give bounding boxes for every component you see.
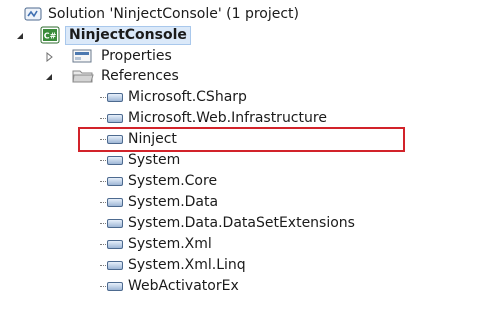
- reference-icon: [100, 91, 124, 103]
- project-label: NinjectConsole: [65, 25, 191, 45]
- references-node[interactable]: References: [72, 66, 179, 86]
- expand-arrow-icon[interactable]: [44, 52, 54, 62]
- properties-icon: [72, 49, 92, 63]
- reference-icon: [100, 175, 124, 187]
- solution-icon: [24, 7, 42, 21]
- reference-icon: [100, 112, 124, 124]
- reference-icon: [100, 196, 124, 208]
- solution-label: Solution 'NinjectConsole' (1 project): [48, 6, 300, 22]
- reference-item[interactable]: System.Xml.Linq: [100, 255, 246, 275]
- reference-item[interactable]: System.Data.DataSetExtensions: [100, 213, 355, 233]
- reference-item[interactable]: System.Xml: [100, 234, 212, 254]
- reference-label: System.Xml.Linq: [128, 257, 246, 273]
- reference-item[interactable]: System: [100, 150, 180, 170]
- reference-icon: [100, 259, 124, 271]
- properties-node[interactable]: Properties: [72, 46, 172, 66]
- reference-icon: [100, 154, 124, 166]
- project-node[interactable]: C# NinjectConsole: [40, 25, 191, 45]
- solution-node[interactable]: Solution 'NinjectConsole' (1 project): [24, 4, 299, 24]
- collapse-arrow-icon[interactable]: [15, 31, 25, 41]
- svg-text:C#: C#: [44, 32, 57, 41]
- reference-item[interactable]: WebActivatorEx: [100, 276, 239, 296]
- reference-label: WebActivatorEx: [128, 278, 239, 294]
- folder-icon: [72, 70, 94, 83]
- highlight-box: [78, 127, 405, 152]
- reference-label: System.Core: [128, 173, 218, 189]
- reference-label: System.Data: [128, 194, 219, 210]
- reference-label: Microsoft.CSharp: [128, 89, 247, 105]
- references-label: References: [101, 68, 179, 84]
- csharp-project-icon: C#: [40, 26, 60, 44]
- reference-label: System: [128, 152, 181, 168]
- solution-explorer-tree: Solution 'NinjectConsole' (1 project) C#…: [0, 0, 481, 328]
- collapse-arrow-icon[interactable]: [44, 72, 54, 82]
- reference-icon: [100, 280, 124, 292]
- reference-item[interactable]: System.Core: [100, 171, 217, 191]
- reference-item[interactable]: Microsoft.CSharp: [100, 87, 247, 107]
- reference-label: System.Xml: [128, 236, 212, 252]
- properties-label: Properties: [101, 48, 172, 64]
- reference-label: Microsoft.Web.Infrastructure: [128, 110, 327, 126]
- reference-item[interactable]: System.Data: [100, 192, 218, 212]
- reference-item[interactable]: Microsoft.Web.Infrastructure: [100, 108, 327, 128]
- reference-icon: [100, 217, 124, 229]
- reference-label: System.Data.DataSetExtensions: [128, 215, 355, 231]
- reference-icon: [100, 238, 124, 250]
